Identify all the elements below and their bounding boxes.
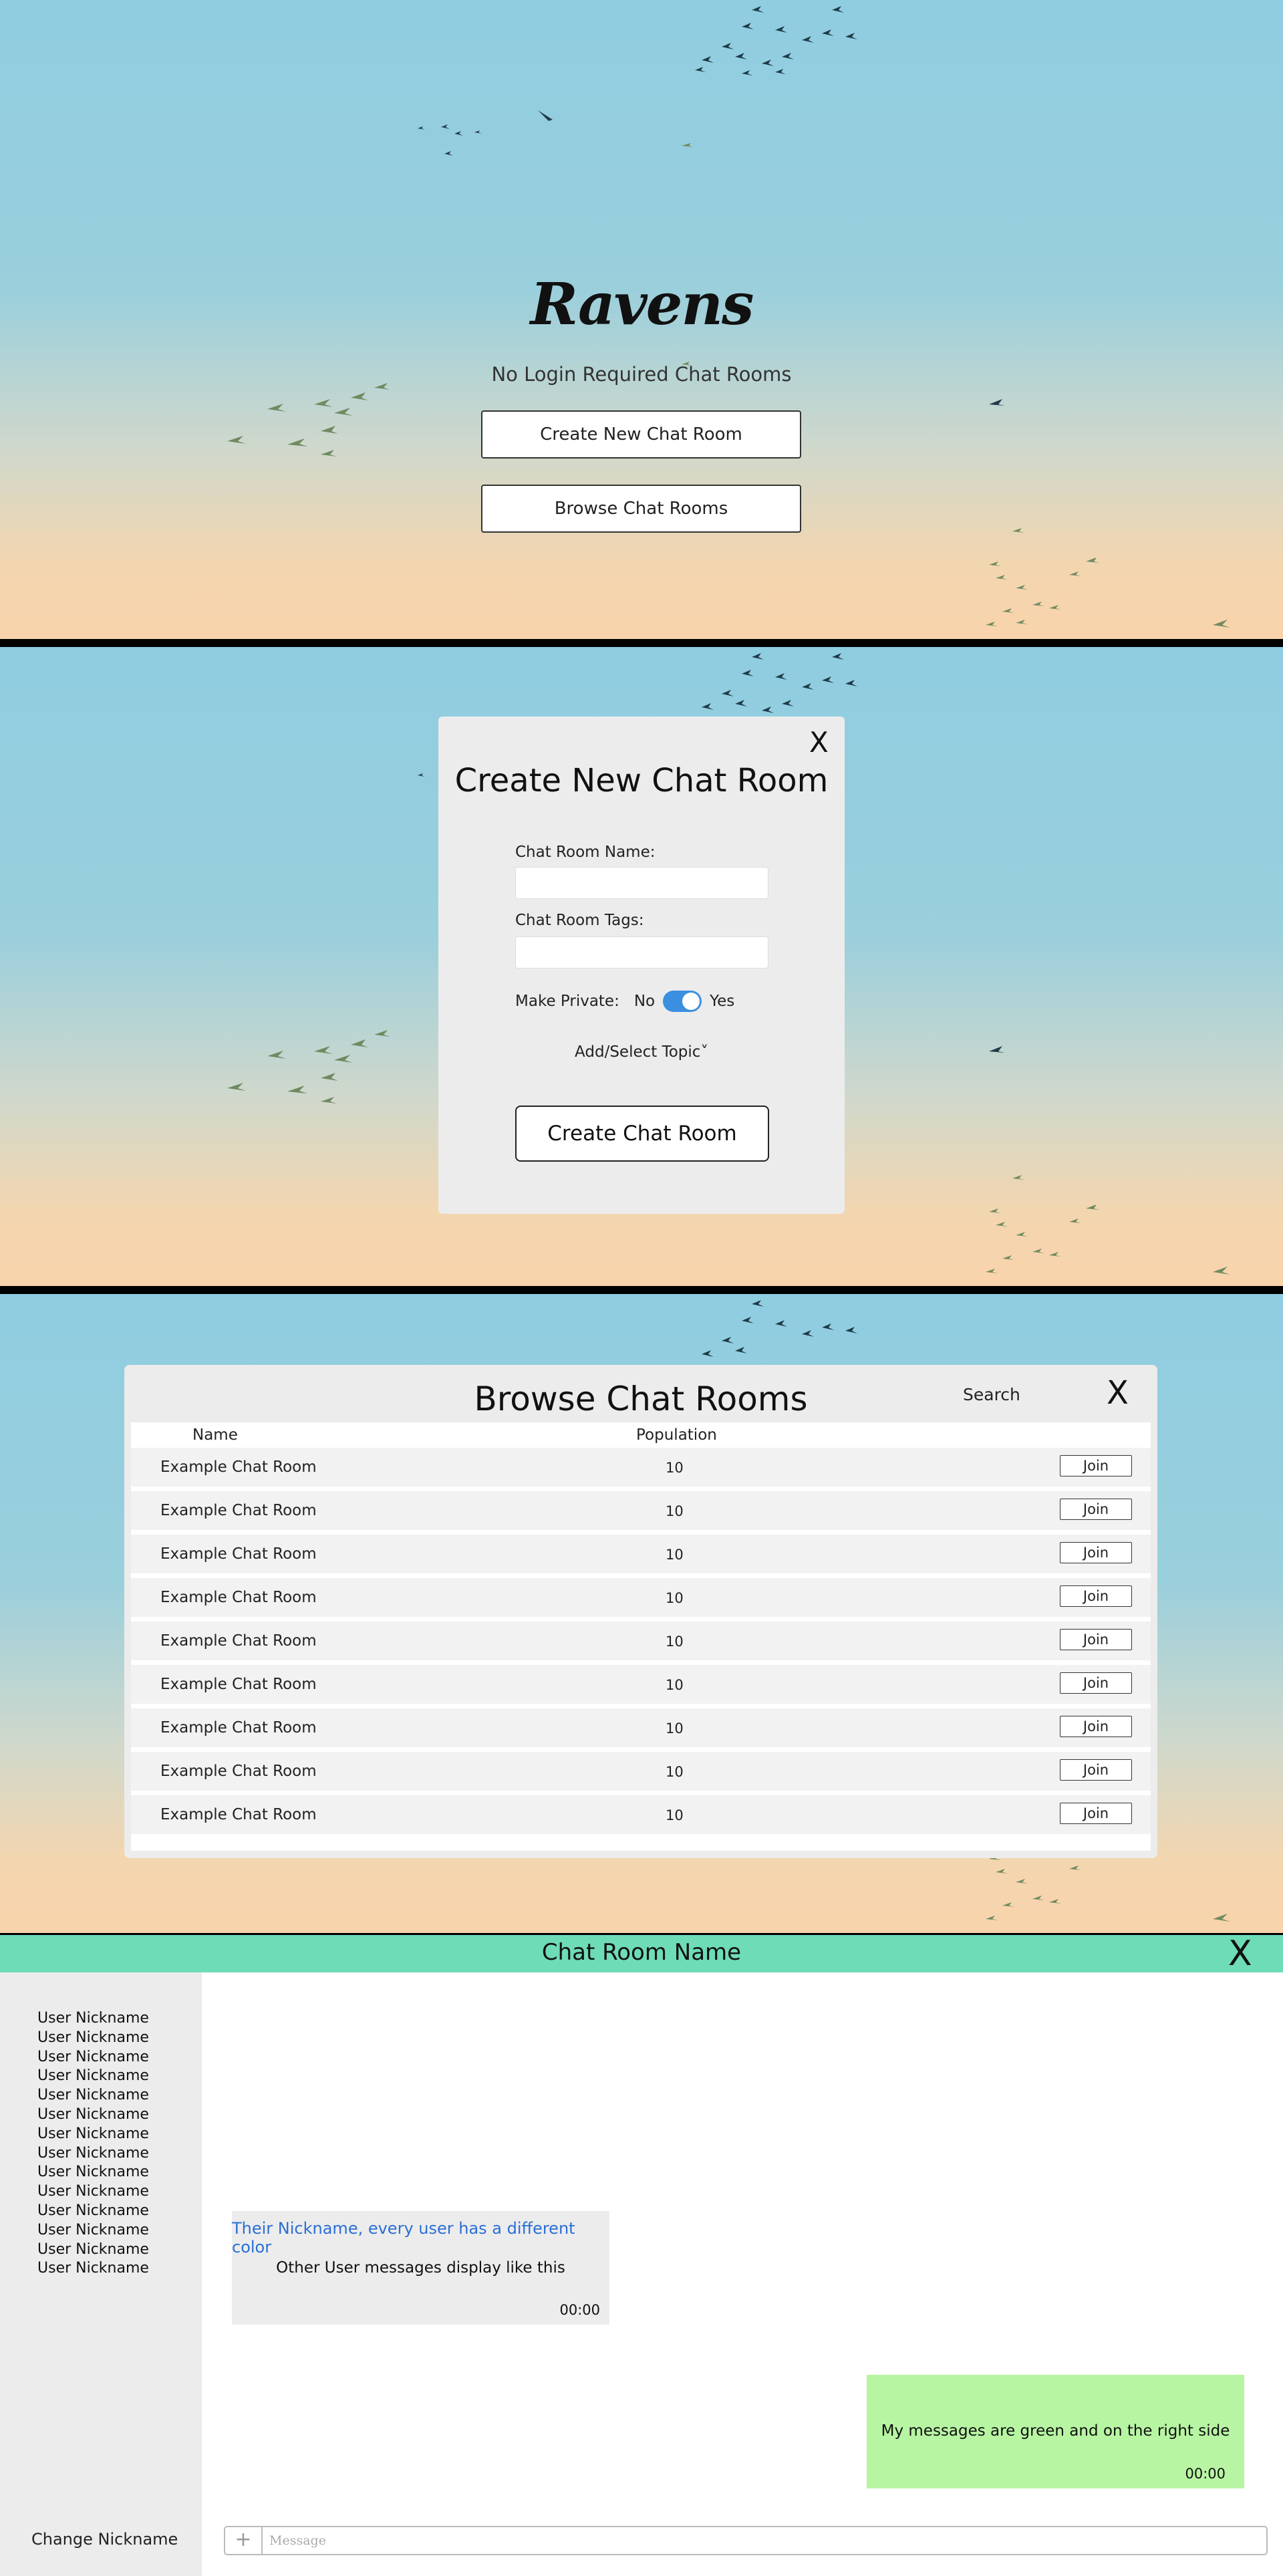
message-time: 00:00: [559, 2302, 600, 2318]
room-population-cell: 10: [666, 1677, 684, 1693]
room-name-cell: Example Chat Room: [160, 1458, 317, 1476]
message-input[interactable]: [269, 2530, 1258, 2551]
chat-room-title: Chat Room Name: [541, 1939, 742, 1966]
browse-chat-rooms-button[interactable]: Browse Chat Rooms: [481, 485, 801, 533]
logo: Ravens: [530, 271, 754, 338]
join-button[interactable]: Join: [1060, 1629, 1132, 1650]
table-row: Example Chat Room 10 Join: [131, 1752, 1151, 1791]
toggle-yes-label: Yes: [710, 993, 735, 1010]
message-text: Other User messages display like this: [276, 2259, 565, 2277]
user-sidebar: User Nickname User Nickname User Nickname U…: [0, 1972, 202, 2576]
table-row: Example Chat Room 10 Join: [131, 1622, 1151, 1660]
room-population-cell: 10: [666, 1503, 684, 1519]
column-header-name: Name: [192, 1426, 238, 1444]
close-chat-button[interactable]: X: [1228, 1936, 1252, 1971]
room-name-cell: Example Chat Room: [160, 1676, 317, 1693]
user-nickname: User Nickname: [37, 2240, 149, 2258]
room-name-cell: Example Chat Room: [160, 1632, 317, 1650]
message-composer: +: [224, 2526, 1268, 2555]
room-tags-label: Chat Room Tags:: [515, 912, 644, 929]
room-name-cell: Example Chat Room: [160, 1502, 317, 1519]
table-row: Example Chat Room 10 Join: [131, 1708, 1151, 1747]
create-chat-room-submit-button[interactable]: Create Chat Room: [515, 1106, 769, 1162]
create-chat-room-button[interactable]: Create New Chat Room: [481, 410, 801, 459]
column-header-population: Population: [636, 1426, 717, 1444]
user-nickname: User Nickname: [37, 2221, 149, 2238]
user-nickname: User Nickname: [37, 2144, 149, 2162]
message-nickname: Their Nickname, every user has a differe…: [232, 2219, 575, 2257]
user-list: User Nickname User Nickname User Nickname U…: [37, 2009, 149, 2279]
browse-rooms-modal: Browse Chat Rooms Search X Name Populati…: [124, 1365, 1157, 1858]
room-population-cell: 10: [666, 1634, 684, 1650]
user-nickname: User Nickname: [37, 2125, 149, 2142]
toggle-no-label: No: [633, 993, 656, 1010]
join-button[interactable]: Join: [1060, 1803, 1132, 1824]
create-room-modal: X Create New Chat Room Chat Room Name: C…: [438, 717, 845, 1214]
room-population-cell: 10: [666, 1590, 684, 1606]
room-tags-input[interactable]: [515, 936, 768, 969]
table-row: Example Chat Room 10 Join: [131, 1578, 1151, 1617]
room-name-cell: Example Chat Room: [160, 1806, 317, 1823]
table-row: Example Chat Room 10 Join: [131, 1491, 1151, 1530]
make-private-label: Make Private:: [515, 993, 619, 1010]
table-row: Example Chat Room 10 Join: [131, 1448, 1151, 1487]
user-nickname: User Nickname: [37, 2067, 149, 2085]
user-nickname: User Nickname: [37, 2183, 149, 2200]
topic-dropdown[interactable]: Add/Select Topic˅: [438, 1043, 845, 1061]
message-text: My messages are green and on the right s…: [881, 2422, 1230, 2440]
room-name-cell: Example Chat Room: [160, 1589, 317, 1606]
message-time: 00:00: [1185, 2466, 1226, 2482]
room-name-input[interactable]: [515, 867, 768, 899]
user-nickname: User Nickname: [37, 2105, 149, 2123]
user-nickname: User Nickname: [37, 2029, 149, 2046]
user-nickname: User Nickname: [37, 2010, 149, 2027]
attach-plus-icon[interactable]: +: [225, 2527, 263, 2554]
join-button[interactable]: Join: [1060, 1672, 1132, 1694]
change-nickname-button[interactable]: Change Nickname: [31, 2530, 178, 2549]
room-name-cell: Example Chat Room: [160, 1719, 317, 1736]
table-row: Example Chat Room 10 Join: [131, 1665, 1151, 1704]
user-nickname: User Nickname: [37, 2260, 149, 2277]
table-header: Name Population: [131, 1422, 1151, 1448]
search-button[interactable]: Search: [963, 1385, 1020, 1404]
room-name-cell: Example Chat Room: [160, 1545, 317, 1563]
room-name-label: Chat Room Name:: [515, 844, 656, 861]
private-toggle[interactable]: [663, 991, 702, 1012]
room-population-cell: 10: [666, 1460, 684, 1476]
chat-header: Chat Room Name X: [0, 1935, 1283, 1972]
room-population-cell: 10: [666, 1720, 684, 1736]
join-button[interactable]: Join: [1060, 1499, 1132, 1520]
rooms-table: Name Population Example Chat Room 10 Join E…: [131, 1422, 1151, 1851]
user-nickname: User Nickname: [37, 2087, 149, 2104]
user-nickname: User Nickname: [37, 2202, 149, 2219]
user-nickname: User Nickname: [37, 2048, 149, 2065]
private-toggle-row: Make Private: No Yes: [515, 991, 734, 1012]
browse-rooms-screen: Browse Chat Rooms Search X Name Populati…: [0, 1294, 1283, 1933]
room-population-cell: 10: [666, 1547, 684, 1563]
join-button[interactable]: Join: [1060, 1542, 1132, 1563]
table-row: Example Chat Room 10 Join: [131, 1535, 1151, 1573]
join-button[interactable]: Join: [1060, 1585, 1132, 1607]
modal-title: Create New Chat Room: [454, 762, 829, 799]
join-button[interactable]: Join: [1060, 1759, 1132, 1781]
my-message: My messages are green and on the right s…: [867, 2375, 1244, 2488]
room-population-cell: 10: [666, 1764, 684, 1780]
room-name-cell: Example Chat Room: [160, 1763, 317, 1780]
chat-room-screen: Chat Room Name X User Nickname User Nickn…: [0, 1935, 1283, 2576]
user-nickname: User Nickname: [37, 2164, 149, 2181]
room-population-cell: 10: [666, 1807, 684, 1823]
create-room-screen: X Create New Chat Room Chat Room Name: C…: [0, 647, 1283, 1286]
toggle-knob: [682, 993, 700, 1010]
join-button[interactable]: Join: [1060, 1716, 1132, 1737]
other-user-message: Their Nickname, every user has a differe…: [232, 2211, 609, 2325]
tagline: No Login Required Chat Rooms: [491, 363, 792, 386]
close-modal-button[interactable]: X: [809, 729, 829, 757]
join-button[interactable]: Join: [1060, 1455, 1132, 1476]
landing-screen: Ravens No Login Required Chat Rooms Crea…: [0, 0, 1283, 639]
table-row: Example Chat Room 10 Join: [131, 1795, 1151, 1834]
close-modal-button[interactable]: X: [1107, 1377, 1129, 1409]
